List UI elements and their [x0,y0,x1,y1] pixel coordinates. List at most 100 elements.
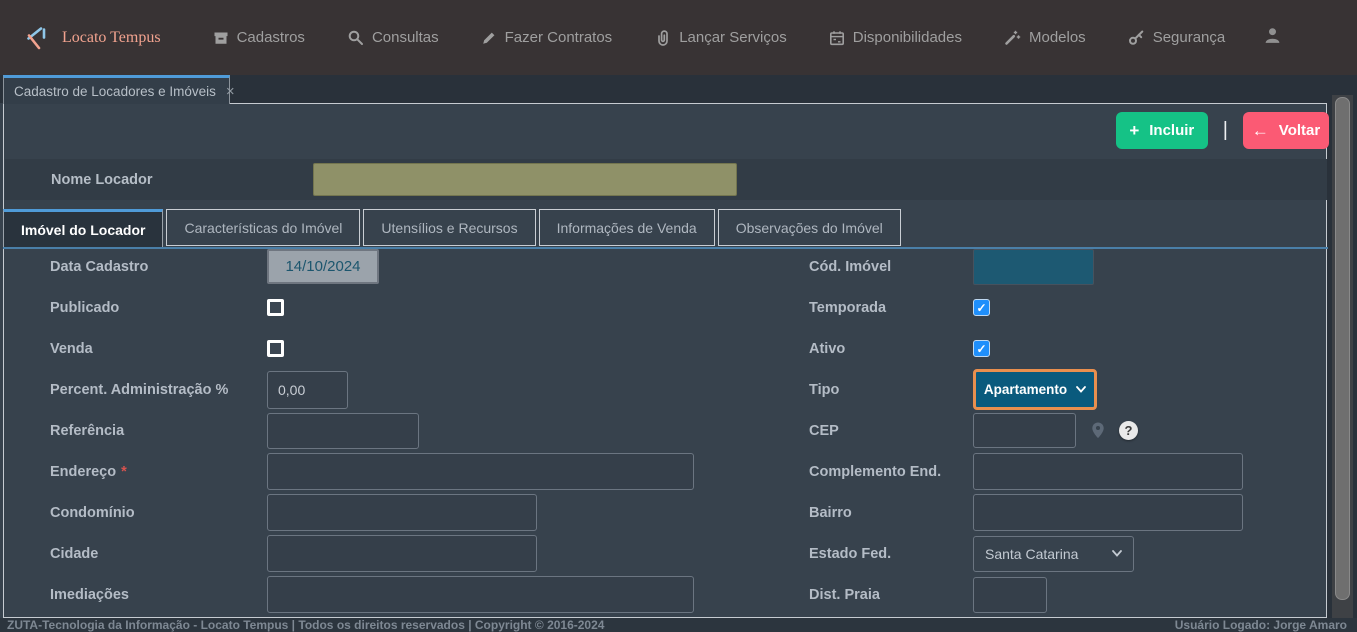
field-row-publicado: Publicado [50,287,750,328]
nav-item-lancar-servicos[interactable]: Lançar Serviços [654,29,787,46]
nome-locador-label: Nome Locador [51,172,267,188]
estado-fed-select[interactable]: Santa Catarina [973,536,1134,572]
chevron-down-icon [1076,386,1086,393]
cep-helpers: ? [1090,421,1138,440]
subtab-imovel-do-locador[interactable]: Imóvel do Locador [3,209,163,247]
voltar-label: Voltar [1279,122,1320,139]
nav-label: Consultas [372,29,439,46]
subtab-label: Imóvel do Locador [21,222,145,238]
brand-logo[interactable]: Locato Tempus [22,24,161,52]
subtab-utensilios-e-recursos[interactable]: Utensílios e Recursos [363,209,535,246]
window-tab-cadastro-locadores[interactable]: Cadastro de Locadores e Imóveis × [3,75,230,104]
field-label: Bairro [809,505,973,521]
nav-label: Disponibilidades [853,29,962,46]
required-asterisk: * [121,464,127,480]
search-icon [347,29,364,46]
subtab-label: Características do Imóvel [184,220,342,236]
nav-label: Modelos [1029,29,1086,46]
field-label: Complemento End. [809,464,973,480]
field-label: Venda [50,341,267,357]
venda-checkbox[interactable] [267,340,284,357]
key-icon [1128,29,1145,46]
field-row-imediacoes: Imediações [50,574,750,615]
subtab-label: Informações de Venda [557,220,697,236]
main-panel: + Incluir | ← Voltar Nome Locador Imóvel… [3,103,1327,618]
footer-copyright: ZUTA-Tecnologia da Informação - Locato T… [7,618,604,632]
endereco-input[interactable] [267,453,694,490]
app-window: Locato Tempus Cadastros Consultas [0,0,1357,632]
nav-item-modelos[interactable]: Modelos [1004,29,1086,46]
field-label: Data Cadastro [50,259,267,275]
field-label: Estado Fed. [809,546,973,562]
bairro-input[interactable] [973,494,1243,531]
help-icon[interactable]: ? [1119,421,1138,440]
chevron-down-icon [1112,550,1122,557]
percent-administracao-input[interactable] [267,371,348,409]
cep-input[interactable] [973,413,1076,448]
incluir-button[interactable]: + Incluir [1116,112,1208,149]
tipo-select[interactable]: Apartamento [973,369,1097,410]
nav-item-disponibilidades[interactable]: Disponibilidades [829,29,962,46]
field-row-referencia: Referência [50,410,750,451]
field-row-estado-fed: Estado Fed. Santa Catarina [809,533,1309,574]
publicado-checkbox[interactable] [267,299,284,316]
field-label: Percent. Administração % [50,382,267,398]
field-row-cod-imovel: Cód. Imóvel [809,246,1309,287]
field-row-data-cadastro: Data Cadastro [50,246,750,287]
complemento-end-input[interactable] [973,453,1243,490]
nome-locador-input[interactable] [313,163,737,196]
referencia-input[interactable] [267,413,419,449]
field-row-cidade: Cidade [50,533,750,574]
field-label: Ativo [809,341,973,357]
paperclip-icon [654,29,671,46]
field-label: CEP [809,423,973,439]
nav-label: Lançar Serviços [679,29,787,46]
field-row-condominio: Condomínio [50,492,750,533]
window-tab-title: Cadastro de Locadores e Imóveis [14,84,216,99]
field-row-dist-praia: Dist. Praia [809,574,1309,615]
field-label: Dist. Praia [809,587,973,603]
subtab-observacoes-do-imovel[interactable]: Observações do Imóvel [718,209,901,246]
field-row-bairro: Bairro [809,492,1309,533]
plus-icon: + [1129,122,1139,139]
nav-label: Fazer Contratos [505,29,613,46]
nav-label: Segurança [1153,29,1226,46]
nav-item-seguranca[interactable]: Segurança [1128,29,1226,46]
temporada-checkbox[interactable] [973,299,990,316]
archive-icon [213,30,229,46]
field-row-cep: CEP ? [809,410,1309,451]
action-buttons: + Incluir | ← Voltar [1116,112,1329,149]
field-label: Temporada [809,300,973,316]
field-row-tipo: Tipo Apartamento [809,369,1309,410]
dist-praia-input[interactable] [973,577,1047,613]
voltar-button[interactable]: ← Voltar [1243,112,1329,149]
field-row-endereco: Endereço* [50,451,750,492]
person-icon [1263,26,1282,45]
ativo-checkbox[interactable] [973,340,990,357]
field-label: Publicado [50,300,267,316]
subtab-label: Utensílios e Recursos [381,220,517,236]
data-cadastro-input[interactable] [267,249,379,284]
footer-bar: ZUTA-Tecnologia da Informação - Locato T… [0,618,1357,632]
field-row-temporada: Temporada [809,287,1309,328]
nav-item-cadastros[interactable]: Cadastros [213,29,305,46]
subtab-informacoes-de-venda[interactable]: Informações de Venda [539,209,715,246]
button-divider: | [1223,119,1228,142]
footer-logged-user: Usuário Logado: Jorge Amaro [1175,618,1347,632]
subtab-caracteristicas-do-imovel[interactable]: Características do Imóvel [166,209,360,246]
nav-item-fazer-contratos[interactable]: Fazer Contratos [481,29,613,46]
cidade-input[interactable] [267,535,537,572]
field-label: Tipo [809,382,973,398]
top-navbar: Locato Tempus Cadastros Consultas [0,0,1357,75]
nav-item-consultas[interactable]: Consultas [347,29,439,46]
arrow-left-icon: ← [1252,122,1269,139]
subtab-label: Observações do Imóvel [736,220,883,236]
user-menu-button[interactable] [1263,26,1282,50]
map-pin-icon[interactable] [1090,421,1106,440]
imediacoes-input[interactable] [267,576,694,613]
close-icon[interactable]: × [226,84,235,99]
scrollbar-thumb[interactable] [1335,97,1350,600]
field-row-complemento-end: Complemento End. [809,451,1309,492]
vertical-scrollbar[interactable] [1332,95,1353,618]
condominio-input[interactable] [267,494,537,531]
